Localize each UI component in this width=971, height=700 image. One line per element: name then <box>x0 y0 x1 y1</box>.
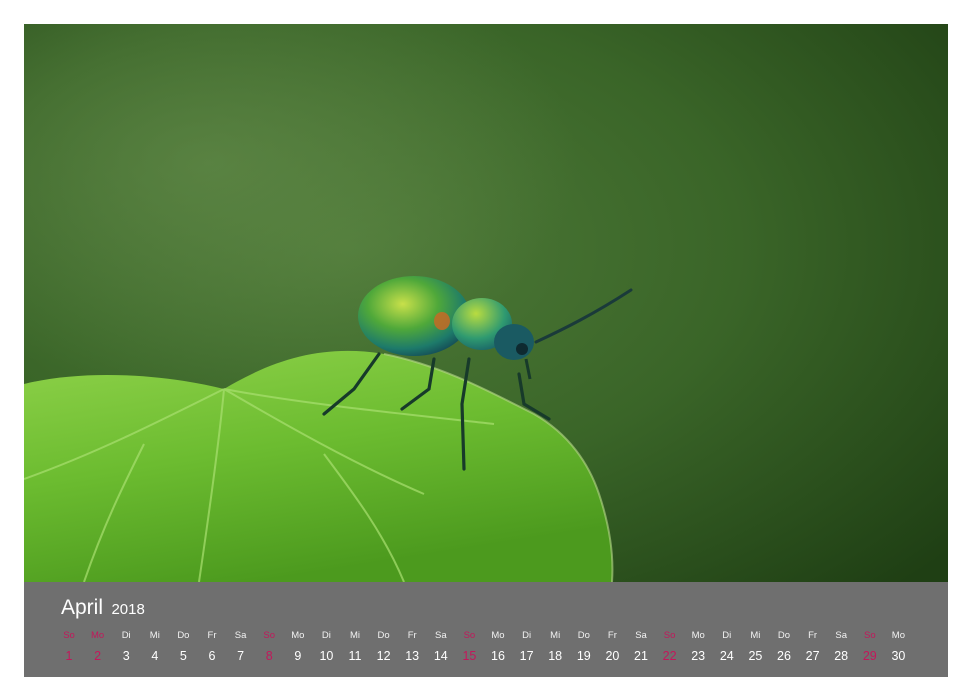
month-year: 2018 <box>111 601 145 618</box>
day-number: 22 <box>662 649 677 663</box>
weekday-label: So <box>263 630 275 641</box>
weekday-label: Fr <box>808 630 818 641</box>
weekday-label: Di <box>121 630 131 641</box>
calendar-day: Mo 23 <box>686 629 710 667</box>
calendar-page: April 2018 So 1 Mo 2 Di 3 Mi 4 Do 5 Fr 6 Sa 7 So 8 Mo 9 Di… <box>0 0 971 700</box>
weekday-label: Fr <box>407 630 417 641</box>
calendar-day: So 29 <box>858 629 882 667</box>
weekday-label: Mo <box>891 630 905 641</box>
day-number: 25 <box>748 649 763 663</box>
day-number: 12 <box>376 649 391 663</box>
calendar-day: So 8 <box>257 629 281 667</box>
calendar-day: Fr 27 <box>801 629 825 667</box>
calendar-day: Mi 25 <box>743 629 767 667</box>
day-number: 11 <box>348 649 362 663</box>
day-number: 28 <box>834 649 849 663</box>
calendar-day: Di 24 <box>715 629 739 667</box>
calendar-day: Mo 16 <box>486 629 510 667</box>
calendar-day: Sa 14 <box>429 629 453 667</box>
month-name: April <box>61 596 104 619</box>
weekday-label: Mo <box>691 630 705 641</box>
weekday-label: Sa <box>434 630 447 641</box>
calendar-day: Do 5 <box>171 629 195 667</box>
calendar-day: Sa 21 <box>629 629 653 667</box>
day-number: 2 <box>94 649 102 663</box>
calendar-day: Fr 20 <box>600 629 624 667</box>
weekday-label: Di <box>522 630 532 641</box>
calendar-day: Mi 11 <box>343 629 367 667</box>
day-number: 14 <box>433 649 448 663</box>
day-number: 27 <box>805 649 820 663</box>
calendar-day: Sa 7 <box>229 629 253 667</box>
weekday-label: Mo <box>491 630 505 641</box>
calendar-day: Do 12 <box>372 629 396 667</box>
calendar-day: Mo 30 <box>886 629 910 667</box>
weekday-label: Mi <box>149 630 160 641</box>
weekday-label: Do <box>377 630 390 641</box>
weekday-label: Mi <box>550 630 561 641</box>
day-number: 4 <box>151 649 159 663</box>
beetle-photo <box>24 24 948 582</box>
calendar-day: Mi 18 <box>543 629 567 667</box>
weekday-label: Fr <box>207 630 217 641</box>
day-number: 1 <box>65 649 73 663</box>
weekday-label: Do <box>777 630 791 641</box>
day-number: 30 <box>891 649 906 663</box>
day-number: 13 <box>405 649 420 663</box>
calendar-day: Do 19 <box>572 629 596 667</box>
day-number: 19 <box>576 649 591 663</box>
calendar-day: So 1 <box>57 629 81 667</box>
day-number: 5 <box>179 649 187 663</box>
weekday-label: Mo <box>90 630 105 641</box>
calendar-day: Di 10 <box>314 629 338 667</box>
day-number: 26 <box>777 649 791 663</box>
weekday-label: Sa <box>635 630 647 641</box>
day-number: 7 <box>237 649 245 663</box>
calendar-day: So 15 <box>457 629 481 667</box>
day-number: 10 <box>319 649 334 663</box>
weekday-label: Sa <box>835 630 847 641</box>
day-number: 6 <box>208 649 216 663</box>
weekday-label: Sa <box>234 630 247 641</box>
weekday-label: Do <box>577 630 590 641</box>
weekday-label: So <box>463 630 476 641</box>
weekday-label: So <box>63 630 75 641</box>
calendar-day: Di 3 <box>114 629 138 667</box>
calendar-day: Fr 13 <box>400 629 424 667</box>
day-number: 9 <box>294 649 302 663</box>
day-number: 18 <box>548 649 563 663</box>
weekday-label: Di <box>722 630 732 641</box>
weekday-label: So <box>663 630 676 641</box>
calendar-day: So 22 <box>658 629 682 667</box>
day-number: 17 <box>519 649 534 663</box>
photo-illustration <box>24 24 948 582</box>
day-number: 24 <box>719 649 734 663</box>
weekday-label: Mo <box>291 630 305 641</box>
calendar-day: Fr 6 <box>200 629 224 667</box>
day-number: 29 <box>862 649 877 663</box>
calendar-day: Sa 28 <box>829 629 853 667</box>
day-number: 20 <box>605 649 620 663</box>
month-title: April 2018 <box>61 596 145 620</box>
calendar-day: Mo 9 <box>286 629 310 667</box>
weekday-label: Do <box>177 630 190 641</box>
weekday-label: Mi <box>750 630 761 641</box>
weekday-label: Mi <box>349 630 361 641</box>
calendar-strip: April 2018 So 1 Mo 2 Di 3 Mi 4 Do 5 Fr 6 Sa 7 So 8 Mo 9 Di… <box>24 582 948 677</box>
day-number: 8 <box>265 649 273 663</box>
calendar-day: Do 26 <box>772 629 796 667</box>
day-number: 16 <box>491 649 505 663</box>
calendar-day: Di 17 <box>515 629 539 667</box>
days-grid: So 1 Mo 2 Di 3 Mi 4 Do 5 Fr 6 Sa 7 So 8 Mo 9 Di 10 Mi 11 Do 12 F… <box>57 629 928 669</box>
weekday-label: So <box>863 630 876 641</box>
day-number: 21 <box>634 649 648 663</box>
weekday-label: Fr <box>607 630 617 641</box>
day-number: 15 <box>462 649 477 663</box>
day-number: 3 <box>122 649 130 663</box>
calendar-day: Mo 2 <box>86 629 110 667</box>
weekday-label: Di <box>321 630 331 641</box>
day-number: 23 <box>691 649 706 663</box>
calendar-day: Mi 4 <box>143 629 167 667</box>
